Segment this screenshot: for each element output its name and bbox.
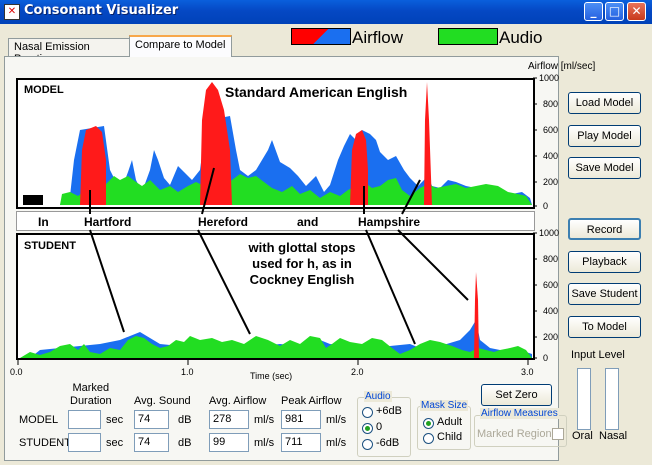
radio-label: -6dB — [376, 437, 400, 449]
unit-label: ml/s — [254, 437, 275, 449]
student-annotation-line: with glottal stops — [248, 240, 356, 255]
student-row-label: STUDENT — [19, 437, 71, 449]
axis-tick-label: 600 — [543, 280, 559, 290]
oral-level-meter — [577, 368, 591, 430]
radio-label: Child — [437, 431, 463, 443]
word-label: Hereford — [198, 215, 249, 229]
save-model-button[interactable]: Save Model — [568, 157, 641, 179]
oral-label: Oral — [572, 430, 593, 442]
nasal-label: Nasal — [599, 430, 628, 442]
mask-size-group-title: Mask Size — [420, 400, 469, 411]
time-tick-label: 3.0 — [521, 367, 534, 377]
student-duration-field[interactable] — [68, 433, 101, 452]
mask-child-radio[interactable] — [423, 433, 434, 444]
time-axis-label: Time (sec) — [250, 371, 293, 381]
axis-tick-label: 1000 — [539, 73, 560, 83]
input-level-title: Input Level — [571, 349, 625, 361]
right-axis-ticks — [533, 77, 537, 359]
marked-duration-header: Marked Duration — [70, 382, 112, 408]
axis-tick-label: 400 — [543, 151, 559, 161]
axis-tick-label: 800 — [543, 254, 559, 264]
playback-button[interactable]: Playback — [568, 251, 641, 273]
record-button[interactable]: Record — [568, 218, 641, 240]
unit-label: ml/s — [326, 437, 347, 449]
student-avg-airflow-field[interactable]: 99 — [209, 433, 249, 452]
student-annotation-line: Cockney English — [249, 272, 355, 287]
axis-tick-label: 400 — [543, 306, 559, 316]
model-marker — [23, 195, 43, 205]
unit-label: sec — [106, 437, 124, 449]
axis-tick-label: 600 — [543, 125, 559, 135]
set-zero-button[interactable]: Set Zero — [481, 384, 552, 406]
nasal-level-meter — [605, 368, 619, 430]
model-avg-sound-field[interactable]: 74 — [134, 410, 169, 429]
to-model-button[interactable]: To Model — [568, 316, 641, 338]
header-line: Marked — [72, 382, 110, 394]
audio-0-radio[interactable] — [362, 423, 373, 434]
avg-sound-header: Avg. Sound — [134, 395, 191, 407]
student-annotation-line: used for h, as in — [252, 256, 352, 271]
axis-tick-label: 200 — [543, 332, 559, 342]
word-label: and — [297, 215, 319, 229]
unit-label: dB — [178, 414, 192, 426]
audio-group-title: Audio — [364, 391, 392, 402]
audio-minus6-radio[interactable] — [362, 439, 373, 450]
model-plot-label: MODEL — [24, 84, 64, 96]
axis-tick-label: 1000 — [539, 228, 560, 238]
model-duration-field[interactable] — [68, 410, 101, 429]
axis-tick-label: 0 — [543, 353, 549, 363]
airflow-measures-title: Airflow Measures — [480, 408, 559, 419]
axis-tick-label: 200 — [543, 177, 559, 187]
unit-label: dB — [178, 437, 192, 449]
unit-label: ml/s — [326, 414, 347, 426]
model-peak-airflow-field[interactable]: 981 — [281, 410, 321, 429]
peak-airflow-header: Peak Airflow — [281, 395, 342, 407]
play-model-button[interactable]: Play Model — [568, 125, 641, 147]
marked-region-checkbox[interactable] — [552, 428, 564, 440]
radio-label: +6dB — [376, 405, 402, 417]
axis-tick-label: 800 — [543, 99, 559, 109]
student-airflow-red — [474, 272, 479, 358]
save-student-button[interactable]: Save Student — [568, 283, 641, 305]
radio-label: 0 — [376, 421, 383, 433]
avg-airflow-header: Avg. Airflow — [209, 395, 267, 407]
unit-label: ml/s — [254, 414, 275, 426]
axis-tick-label: 0 — [543, 201, 549, 211]
student-plot-label: STUDENT — [24, 240, 76, 252]
load-model-button[interactable]: Load Model — [568, 92, 641, 114]
mask-adult-radio[interactable] — [423, 418, 434, 429]
audio-plus6-radio[interactable] — [362, 407, 373, 418]
model-annotation: Standard American English — [225, 84, 408, 100]
word-label: In — [38, 215, 49, 229]
time-tick-label: 0.0 — [10, 367, 23, 377]
word-label: Hampshire — [358, 215, 421, 229]
model-row-label: MODEL — [19, 414, 59, 426]
student-peak-airflow-field[interactable]: 711 — [281, 433, 321, 452]
time-axis-ticks — [17, 360, 529, 365]
student-annotation: with glottal stops used for h, as in Coc… — [232, 240, 372, 288]
word-label: Hartford — [84, 215, 132, 229]
model-avg-airflow-field[interactable]: 278 — [209, 410, 249, 429]
marked-region-label: Marked Region — [477, 428, 552, 440]
student-avg-sound-field[interactable]: 74 — [134, 433, 169, 452]
header-line: Duration — [70, 395, 112, 407]
unit-label: sec — [106, 414, 124, 426]
time-tick-label: 1.0 — [181, 367, 194, 377]
radio-label: Adult — [437, 416, 463, 428]
time-tick-label: 2.0 — [351, 367, 364, 377]
